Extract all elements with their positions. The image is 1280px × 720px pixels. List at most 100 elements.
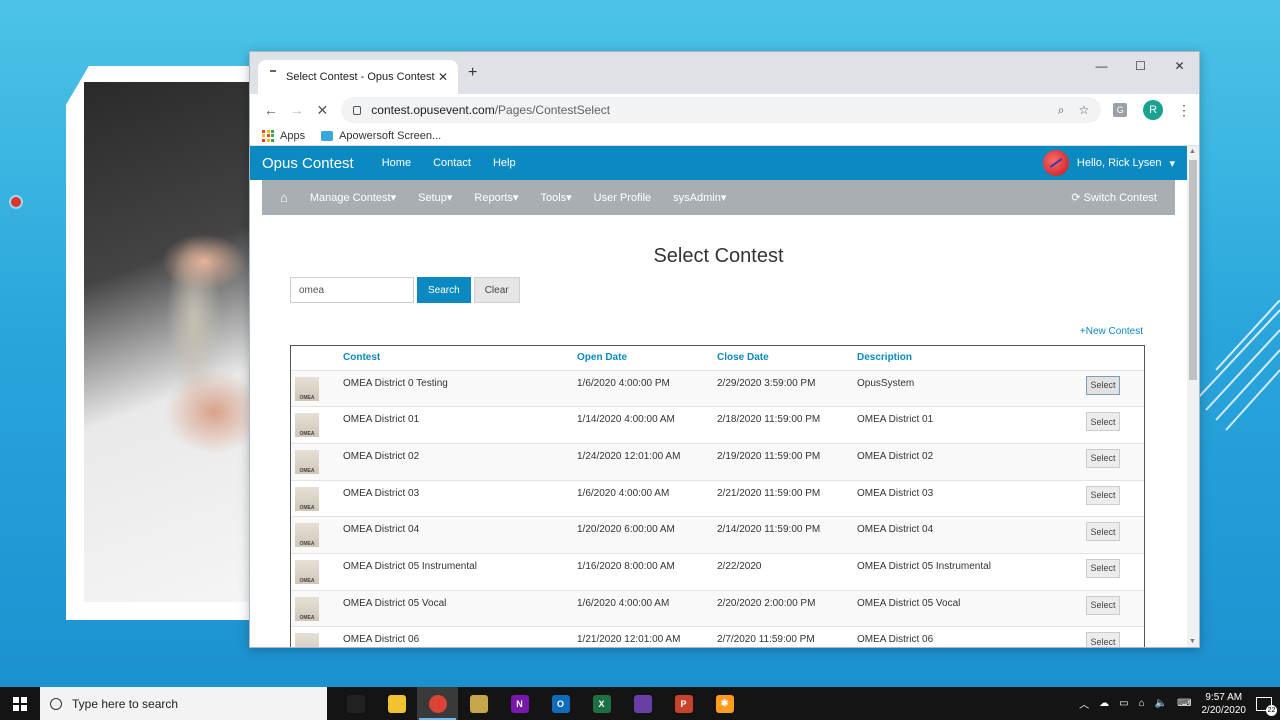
chrome-icon [428,694,447,713]
page-scrollbar[interactable]: ▲ ▼ [1187,146,1199,647]
cloud-icon[interactable]: ☁ [1099,698,1109,709]
menu-tools[interactable]: Tools▾ [540,191,571,204]
open-date: 1/24/2020 12:01:00 AM [571,442,711,481]
open-date: 1/16/2020 8:00:00 AM [571,552,711,591]
column-open-date[interactable]: Open Date [571,346,711,370]
maximize-button[interactable]: ☐ [1121,52,1160,80]
clear-button[interactable]: Clear [473,277,520,303]
battery-icon[interactable]: ▭ [1119,698,1128,709]
taskbar-app-powerpoint[interactable]: P [663,687,704,720]
omea-logo: OMEA [295,413,319,438]
minimize-button[interactable]: — [1082,52,1121,80]
close-window-button[interactable]: ✕ [1160,52,1199,80]
forward-icon[interactable]: → [284,102,310,118]
back-icon[interactable]: ← [258,102,284,118]
select-cell: Select [1080,406,1144,444]
new-tab-button[interactable]: + [468,64,477,82]
user-menu[interactable]: Hello, Rick Lysen ▾ [1042,150,1175,176]
taskbar-search[interactable]: Type here to search [40,687,327,720]
clock-time: 9:57 AM [1205,691,1243,703]
description: OMEA District 01 [851,406,1080,444]
stop-loading-icon[interactable]: ✕ [310,102,336,119]
browser-menu-icon[interactable]: ⋮ [1177,102,1191,119]
clock[interactable]: 9:57 AM 2/20/2020 [1202,691,1247,717]
search-input[interactable] [290,277,414,303]
bookmark-apps[interactable]: Apps [262,129,305,142]
description: OMEA District 05 Vocal [851,589,1080,627]
address-bar[interactable]: contest.opusevent.com/Pages/ContestSelec… [341,97,1102,123]
close-date: 2/22/2020 [711,552,851,591]
volume-icon[interactable]: 🔈 [1155,698,1167,709]
taskbar-app-snipping-app[interactable] [335,687,376,720]
column-description[interactable]: Description [851,346,1080,370]
page-title: Select Contest [653,245,784,267]
taskbar-app-spreadsheet-tool[interactable] [458,687,499,720]
taskbar-app-file-explorer[interactable] [376,687,417,720]
select-button[interactable]: Select [1086,632,1120,647]
close-date: 2/18/2020 11:59:00 PM [711,406,851,444]
zoom-icon[interactable]: ⌕ [1058,103,1065,118]
column-close-date[interactable]: Close Date [711,346,851,370]
omea-logo: OMEA [295,633,319,647]
profile-avatar[interactable]: R [1143,100,1163,120]
taskbar-search-placeholder: Type here to search [72,696,179,711]
menu-sysadmin[interactable]: sysAdmin▾ [673,191,726,204]
tab-close-icon[interactable]: ✕ [438,70,448,84]
select-button[interactable]: Select [1086,412,1120,432]
column-contest[interactable]: Contest [337,346,571,370]
tab-title: Select Contest - Opus Contest [286,71,435,83]
taskbar-app-excel[interactable]: X [581,687,622,720]
bookmark-star-icon[interactable]: ☆ [1079,103,1090,118]
omea-logo: OMEA [295,523,319,548]
contest-name: OMEA District 05 Instrumental [337,552,571,591]
menu-reports[interactable]: Reports▾ [474,191,518,204]
scroll-down-icon[interactable]: ▼ [1189,638,1196,645]
taskbar-app-outlook[interactable]: O [540,687,581,720]
page-content: Opus Contest Home Contact Help Hello, Ri… [250,146,1187,647]
menu-setup[interactable]: Setup▾ [418,191,452,204]
apowersoft-icon [321,130,334,141]
new-contest-link[interactable]: +New Contest [1080,326,1143,337]
omea-logo: OMEA [295,376,319,401]
taskbar-app-chrome[interactable] [417,687,458,720]
select-button[interactable]: Select [1086,485,1120,505]
taskbar-app-onenote[interactable]: N [499,687,540,720]
select-cell: Select [1080,369,1144,407]
tray-chevron-icon[interactable]: ︿ [1079,696,1089,711]
select-button[interactable]: Select [1086,448,1120,468]
nav-help[interactable]: Help [493,157,516,169]
select-cell: Select [1080,626,1144,647]
keyboard-icon[interactable]: ⌨ [1177,698,1191,709]
menu-user-profile[interactable]: User Profile [594,192,651,204]
browser-tab[interactable]: Select Contest - Opus Contest ✕ [258,60,458,94]
start-button[interactable] [0,687,40,720]
column-logo [291,346,337,370]
select-button[interactable]: Select [1086,558,1120,578]
description: OMEA District 06 [851,626,1080,647]
file-explorer-icon [387,694,406,713]
powerpoint-icon: P [674,694,693,713]
tab-strip: Select Contest - Opus Contest ✕ + — ☐ ✕ [250,52,1199,94]
taskbar-app-snowflake-app[interactable]: ✱ [704,687,745,720]
onenote-icon: N [510,694,529,713]
nav-home[interactable]: Home [382,157,411,169]
site-brand[interactable]: Opus Contest [262,155,354,172]
select-button[interactable]: Select [1086,375,1120,395]
switch-contest-link[interactable]: ⟳ Switch Contest [1071,191,1157,204]
taskbar-app-visual-studio[interactable] [622,687,663,720]
home-icon[interactable]: ⌂ [280,190,288,205]
table-row: OMEA OMEA District 01 1/14/2020 4:00:00 AM… [291,406,1144,444]
bookmark-apowersoft[interactable]: Apowersoft Screen... [321,130,441,142]
contest-logo-cell: OMEA [291,442,337,481]
scroll-thumb[interactable] [1189,160,1197,380]
menu-manage-contest[interactable]: Manage Contest▾ [310,191,396,204]
notification-icon[interactable]: 22 [1256,696,1277,716]
search-button[interactable]: Search [417,277,471,303]
select-button[interactable]: Select [1086,522,1120,542]
select-button[interactable]: Select [1086,595,1120,615]
scroll-up-icon[interactable]: ▲ [1189,148,1196,155]
nav-contact[interactable]: Contact [433,157,471,169]
spreadsheet-tool-icon [469,694,488,713]
network-icon[interactable]: ⌂ [1139,698,1145,709]
extension-icon[interactable]: G [1113,103,1128,117]
